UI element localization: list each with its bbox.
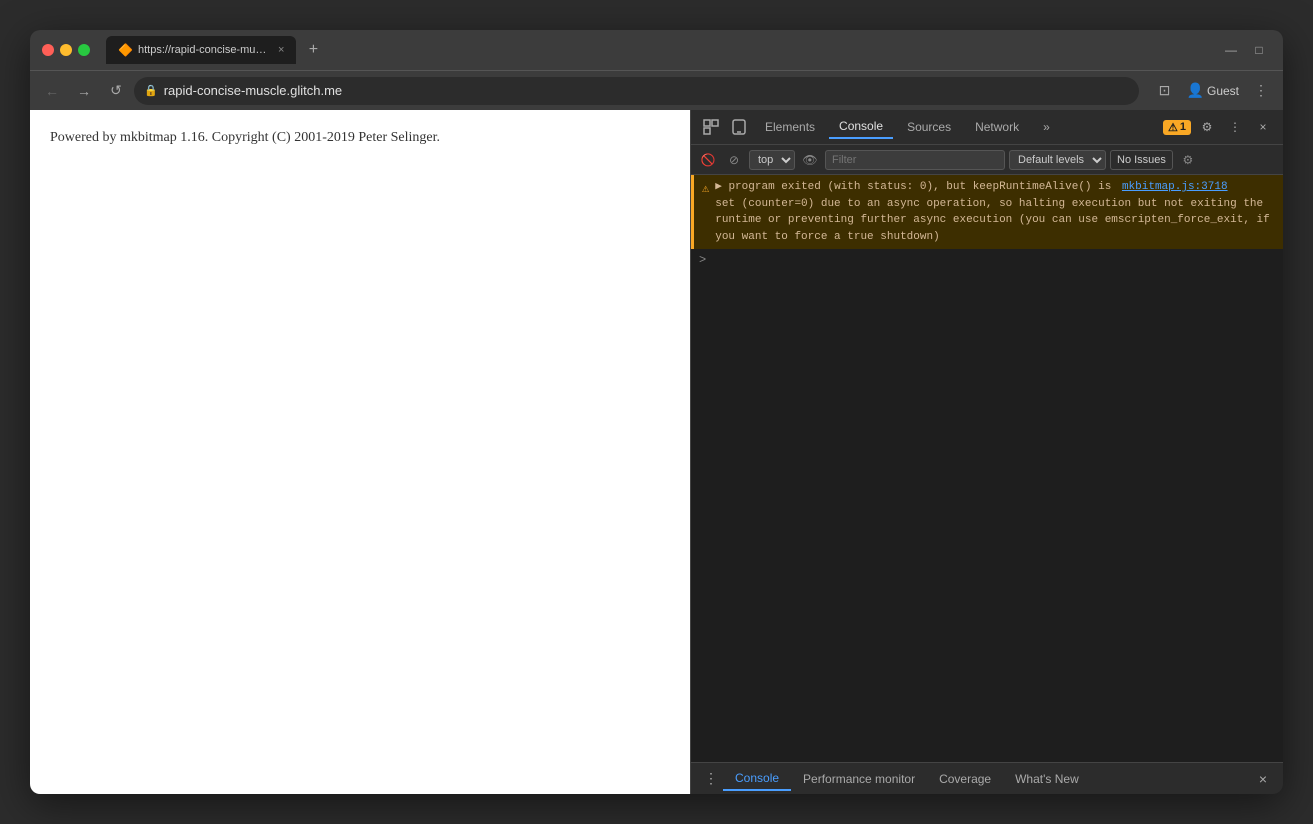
warning-continuation: set (counter=0) due to an async operatio…: [715, 198, 1270, 243]
bottom-tab-coverage[interactable]: Coverage: [927, 768, 1003, 790]
browser-tab[interactable]: 🔶 https://rapid-concise-muscle.g… ×: [106, 36, 296, 64]
warning-link[interactable]: mkbitmap.js:3718: [1122, 181, 1228, 193]
devtools-tab-elements[interactable]: Elements: [755, 116, 825, 138]
devtools-bottom-bar: ⋮ Console Performance monitor Coverage W…: [691, 762, 1283, 794]
refresh-button[interactable]: ↺: [102, 77, 130, 105]
nav-bar: ← → ↺ 🔒 rapid-concise-muscle.glitch.me ⊡…: [30, 70, 1283, 110]
console-levels-select[interactable]: Default levels: [1009, 150, 1106, 170]
console-output: ⚠ ▶ program exited (with status: 0), but…: [691, 175, 1283, 762]
browser-window: 🔶 https://rapid-concise-muscle.g… × + — …: [30, 30, 1283, 794]
warning-icon: ⚠: [702, 180, 709, 245]
warning-badge[interactable]: ⚠ 1: [1163, 120, 1191, 135]
devtools-inspect-icon[interactable]: [699, 115, 723, 139]
back-button[interactable]: ←: [38, 77, 66, 105]
devtools-device-icon[interactable]: [727, 115, 751, 139]
window-maximize-icon[interactable]: □: [1247, 38, 1271, 62]
console-toolbar: 🚫 ⊘ top 👁 Default levels No Issues ⚙: [691, 145, 1283, 175]
browser-menu-button[interactable]: ⋮: [1247, 77, 1275, 105]
lock-icon: 🔒: [144, 84, 158, 97]
warning-prefix: ▶ program exited (with status: 0), but k…: [715, 181, 1111, 193]
nav-right: ⊡ 👤 Guest ⋮: [1151, 77, 1275, 105]
devtools-tab-sources[interactable]: Sources: [897, 116, 961, 138]
warning-text: ▶ program exited (with status: 0), but k…: [715, 179, 1275, 245]
console-clear-button[interactable]: 🚫: [697, 149, 719, 171]
new-tab-button[interactable]: +: [300, 37, 326, 63]
close-button[interactable]: [42, 44, 54, 56]
extensions-button[interactable]: ⊡: [1151, 77, 1179, 105]
bottom-tab-console[interactable]: Console: [723, 767, 791, 791]
address-bar[interactable]: 🔒 rapid-concise-muscle.glitch.me: [134, 77, 1139, 105]
profile-button[interactable]: 👤 Guest: [1181, 77, 1245, 105]
devtools-toolbar: Elements Console Sources Network » ⚠ 1 ⚙…: [691, 110, 1283, 145]
devtools-tab-console[interactable]: Console: [829, 115, 893, 139]
bottom-tab-performance-monitor[interactable]: Performance monitor: [791, 768, 927, 790]
address-text: rapid-concise-muscle.glitch.me: [164, 83, 1129, 98]
devtools-close-icon[interactable]: ×: [1251, 115, 1275, 139]
tab-title: https://rapid-concise-muscle.g…: [138, 44, 268, 56]
console-filter-input[interactable]: [825, 150, 1005, 170]
console-context-select[interactable]: top: [749, 150, 795, 170]
bottom-tab-whats-new[interactable]: What's New: [1003, 768, 1091, 790]
tab-bar: 🔶 https://rapid-concise-muscle.g… × +: [106, 36, 1211, 64]
maximize-button[interactable]: [78, 44, 90, 56]
profile-name: Guest: [1207, 84, 1239, 98]
tab-favicon: 🔶: [118, 43, 132, 57]
devtools-toolbar-right: ⚠ 1 ⚙ ⋮ ×: [1163, 115, 1275, 139]
prompt-symbol: >: [699, 253, 706, 267]
profile-icon: 👤: [1187, 82, 1204, 99]
console-eye-button[interactable]: 👁: [799, 149, 821, 171]
console-prompt-line[interactable]: >: [691, 249, 1283, 271]
title-bar-actions: — □: [1219, 38, 1271, 62]
no-issues-badge: No Issues: [1110, 150, 1173, 170]
console-warning-message: ⚠ ▶ program exited (with status: 0), but…: [691, 175, 1283, 249]
webpage-text: Powered by mkbitmap 1.16. Copyright (C) …: [50, 130, 670, 146]
devtools-panel: Elements Console Sources Network » ⚠ 1 ⚙…: [690, 110, 1283, 794]
devtools-tab-network[interactable]: Network: [965, 116, 1029, 138]
traffic-lights: [42, 44, 90, 56]
devtools-settings-icon[interactable]: ⚙: [1195, 115, 1219, 139]
minimize-button[interactable]: [60, 44, 72, 56]
warning-count: 1: [1180, 121, 1186, 133]
webpage-area: Powered by mkbitmap 1.16. Copyright (C) …: [30, 110, 690, 794]
tab-close-button[interactable]: ×: [278, 44, 284, 56]
main-content: Powered by mkbitmap 1.16. Copyright (C) …: [30, 110, 1283, 794]
bottom-bar-menu-button[interactable]: ⋮: [699, 767, 723, 791]
console-settings-button[interactable]: ⚙: [1177, 149, 1199, 171]
warning-triangle-icon: ⚠: [1168, 121, 1178, 134]
title-bar: 🔶 https://rapid-concise-muscle.g… × + — …: [30, 30, 1283, 70]
console-block-button[interactable]: ⊘: [723, 149, 745, 171]
devtools-more-icon[interactable]: ⋮: [1223, 115, 1247, 139]
bottom-bar-close-button[interactable]: ×: [1251, 767, 1275, 791]
window-minimize-icon[interactable]: —: [1219, 38, 1243, 62]
devtools-more-tabs[interactable]: »: [1033, 116, 1060, 138]
forward-button[interactable]: →: [70, 77, 98, 105]
